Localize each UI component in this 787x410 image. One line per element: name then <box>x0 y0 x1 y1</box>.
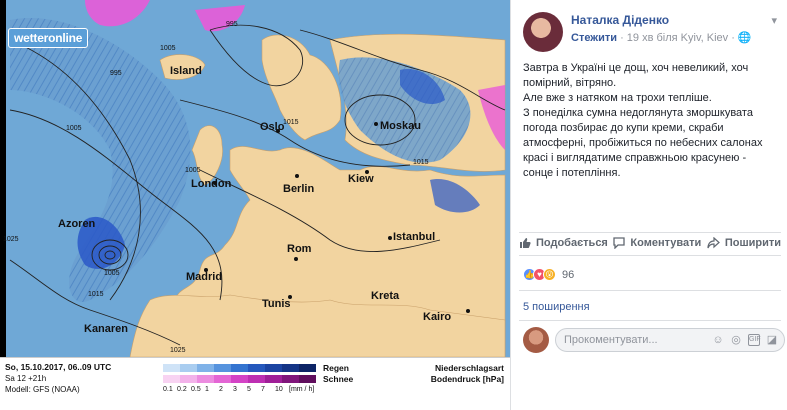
chevron-down-icon[interactable]: ▾ <box>771 14 777 27</box>
divider <box>519 232 781 233</box>
screenshot-root: 995 1005 995 1005 1005 1015 1025 1015 10… <box>0 0 787 410</box>
globe-icon: 🌐 <box>737 32 752 44</box>
city-label: Istanbul <box>393 231 436 243</box>
isobar-label: 1005 <box>104 270 120 277</box>
city-label: Kanaren <box>84 323 129 335</box>
city-label: London <box>191 178 232 190</box>
comment-input[interactable] <box>564 334 694 346</box>
forecast-model: Modell: GFS (NOAA) <box>5 385 80 394</box>
share-icon <box>707 236 720 248</box>
share-button[interactable]: Поширити <box>707 236 781 249</box>
snow-label: Schnee <box>323 374 354 384</box>
like-label: Подобається <box>536 236 608 249</box>
camera-icon[interactable]: ◎ <box>730 334 742 346</box>
comment-icon <box>613 236 626 249</box>
post-paragraph: Завтра в Україні це дощ, хоч невеликий, … <box>523 62 749 89</box>
precip-type-label: Niederschlagsart <box>435 363 504 373</box>
isobar-label: 1015 <box>88 291 104 298</box>
pressure-label: Bodendruck [hPa] <box>430 374 504 384</box>
city-label: Berlin <box>283 183 315 195</box>
isobar-label: 1015 <box>413 159 429 166</box>
city-label: Madrid <box>186 271 223 283</box>
reactions-summary[interactable]: 👍 ♥ 😮 96 <box>523 268 574 281</box>
facebook-post: Наталка Діденко Стежити · 19 хв біля Kyi… <box>510 0 787 410</box>
isobar-label: 1015 <box>283 119 299 126</box>
reactions-count: 96 <box>562 268 575 281</box>
city-label: Kiew <box>348 173 374 185</box>
isobar-label: 995 <box>226 21 238 28</box>
wow-reaction-icon: 😮 <box>543 268 556 281</box>
follow-link[interactable]: Стежити <box>571 32 617 44</box>
share-label: Поширити <box>724 236 781 249</box>
post-paragraph: Але вже з натяком на трохи тепліше. <box>523 92 712 104</box>
viewer-avatar <box>523 327 549 353</box>
isobar-label: 1025 <box>170 347 186 354</box>
precip-scale: 0.1 0.2 0.5 1 2 3 5 7 10 [mm / h] <box>163 364 319 393</box>
author-avatar[interactable] <box>523 12 563 52</box>
map-canvas: 995 1005 995 1005 1005 1015 1025 1015 10… <box>0 0 510 357</box>
isobar-label: 1005 <box>160 45 176 52</box>
comment-button[interactable]: Коментувати <box>613 237 701 249</box>
author-name[interactable]: Наталка Діденко <box>571 13 669 27</box>
forecast-date: So, 15.10.2017, 06..09 UTC <box>5 362 112 372</box>
divider <box>519 290 781 291</box>
map-legend: So, 15.10.2017, 06..09 UTC Sa 12 +21h Mo… <box>0 357 510 410</box>
city-label: Kreta <box>371 290 400 302</box>
forecast-run: Sa 12 +21h <box>5 374 47 383</box>
city-label: Tunis <box>262 298 291 310</box>
scale-labels: Regen Schnee <box>323 363 353 385</box>
divider <box>519 320 781 321</box>
map-legend-right: Niederschlagsart Bodendruck [hPa] <box>431 363 504 385</box>
gif-icon[interactable]: GIF <box>748 334 761 346</box>
comment-label: Коментувати <box>630 236 702 249</box>
comment-box[interactable]: ☺ ◎ GIF ◪ <box>555 328 785 352</box>
isobar-label: 1005 <box>66 125 82 132</box>
city-label: Rom <box>287 243 312 255</box>
post-meta: Стежити · 19 хв біля Kyiv, Kiev · 🌐 <box>571 31 752 44</box>
wetteronline-logo: wetteronline <box>8 28 89 48</box>
rain-scale <box>163 364 319 372</box>
isobar-label: 1005 <box>185 167 201 174</box>
post-paragraph: З понеділка сумна недоглянута зморшкуват… <box>523 107 763 179</box>
city-label: Azoren <box>58 218 96 230</box>
map-info: So, 15.10.2017, 06..09 UTC Sa 12 +21h Mo… <box>5 362 111 395</box>
emoji-icon[interactable]: ☺ <box>712 334 724 346</box>
city-label: Moskau <box>380 120 421 132</box>
weather-map: 995 1005 995 1005 1005 1015 1025 1015 10… <box>0 0 510 410</box>
isobar-label: 1025 <box>3 236 19 243</box>
isobar-label: 995 <box>110 70 122 77</box>
post-time-location[interactable]: · 19 хв біля Kyiv, Kiev · <box>620 32 735 44</box>
post-actions: Подобається Коментувати Поширити <box>519 234 781 256</box>
comment-tools: ☺ ◎ GIF ◪ <box>712 334 778 346</box>
scale-values: 0.1 0.2 0.5 1 2 3 5 7 10 [mm / h] <box>163 386 315 393</box>
snow-scale <box>163 375 319 383</box>
post-text: Завтра в Україні це дощ, хоч невеликий, … <box>523 61 775 181</box>
rain-label: Regen <box>323 363 349 373</box>
like-icon <box>520 237 531 248</box>
city-label: Island <box>170 65 202 77</box>
sticker-icon[interactable]: ◪ <box>766 334 778 346</box>
like-button[interactable]: Подобається <box>519 237 608 249</box>
city-label: Kairo <box>423 311 452 323</box>
shares-link[interactable]: 5 поширення <box>523 301 590 313</box>
city-label: Oslo <box>260 121 285 133</box>
